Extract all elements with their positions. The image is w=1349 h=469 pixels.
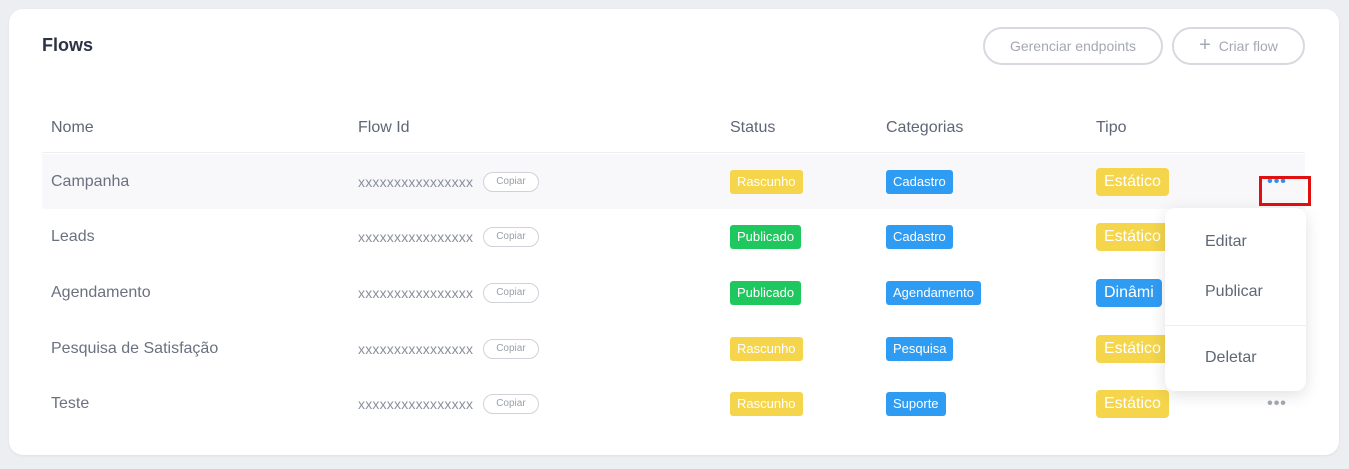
category-badge: Suporte xyxy=(886,391,946,416)
copy-button[interactable]: Copiar xyxy=(483,393,539,414)
type-badge: Estático xyxy=(1096,222,1169,251)
menu-item-publish[interactable]: Publicar xyxy=(1165,272,1306,312)
table-row[interactable]: Leads xxxxxxxxxxxxxxxx Copiar Publicado … xyxy=(42,209,1305,264)
flow-name: Agendamento xyxy=(51,283,151,301)
flow-id: xxxxxxxxxxxxxxxx xyxy=(358,395,474,412)
copy-button[interactable]: Copiar xyxy=(483,282,539,303)
table-row[interactable]: Campanha xxxxxxxxxxxxxxxx Copiar Rascunh… xyxy=(42,154,1305,209)
flow-id: xxxxxxxxxxxxxxxx xyxy=(358,173,474,190)
flow-name: Teste xyxy=(51,394,90,412)
menu-item-edit[interactable]: Editar xyxy=(1165,222,1306,262)
status-badge: Rascunho xyxy=(730,336,803,361)
column-header-flow-id: Flow Id xyxy=(358,119,410,136)
create-flow-label: Criar flow xyxy=(1218,38,1278,54)
column-header-type: Tipo xyxy=(1096,119,1127,136)
menu-item-delete[interactable]: Deletar xyxy=(1165,338,1306,378)
status-badge: Publicado xyxy=(730,224,802,249)
status-badge: Publicado xyxy=(730,280,802,305)
category-badge: Pesquisa xyxy=(886,336,954,361)
highlight-box xyxy=(1259,176,1311,206)
category-badge: Cadastro xyxy=(886,224,953,249)
type-badge: Estático xyxy=(1096,389,1169,418)
table-row[interactable]: Agendamento xxxxxxxxxxxxxxxx Copiar Publ… xyxy=(42,265,1305,320)
copy-button[interactable]: Copiar xyxy=(483,338,539,359)
table-row[interactable]: Teste xxxxxxxxxxxxxxxx Copiar Rascunho S… xyxy=(42,376,1305,431)
manage-endpoints-label: Gerenciar endpoints xyxy=(1009,38,1137,54)
flow-id: xxxxxxxxxxxxxxxx xyxy=(358,284,474,301)
copy-button[interactable]: Copiar xyxy=(483,226,539,247)
create-flow-button[interactable]: + Criar flow xyxy=(1172,27,1305,65)
row-actions-menu: Editar Publicar Deletar xyxy=(1165,208,1306,391)
flow-name: Pesquisa de Satisfação xyxy=(51,339,219,357)
page-title: Flows xyxy=(42,35,94,55)
category-badge: Agendamento xyxy=(886,280,981,305)
flow-id: xxxxxxxxxxxxxxxx xyxy=(358,228,474,245)
status-badge: Rascunho xyxy=(730,169,803,194)
type-badge: Estático xyxy=(1096,334,1169,363)
menu-divider xyxy=(1165,325,1306,326)
type-badge: Dinâmi xyxy=(1096,278,1162,307)
flow-name: Campanha xyxy=(51,172,130,190)
status-badge: Rascunho xyxy=(730,391,803,416)
category-badge: Cadastro xyxy=(886,169,953,194)
column-header-name: Nome xyxy=(51,119,94,136)
type-badge: Estático xyxy=(1096,167,1169,196)
flow-name: Leads xyxy=(51,227,95,245)
copy-button[interactable]: Copiar xyxy=(483,171,539,192)
flow-id: xxxxxxxxxxxxxxxx xyxy=(358,340,474,357)
table-row[interactable]: Pesquisa de Satisfação xxxxxxxxxxxxxxxx … xyxy=(42,321,1305,376)
flows-card: Flows Gerenciar endpoints + Criar flow N… xyxy=(9,9,1339,455)
column-header-categories: Categorias xyxy=(886,119,964,136)
table-header: Nome Flow Id Status Categorias Tipo xyxy=(42,109,1305,153)
manage-endpoints-button[interactable]: Gerenciar endpoints xyxy=(983,27,1163,65)
plus-icon: + xyxy=(1199,34,1211,56)
column-header-status: Status xyxy=(730,119,776,136)
